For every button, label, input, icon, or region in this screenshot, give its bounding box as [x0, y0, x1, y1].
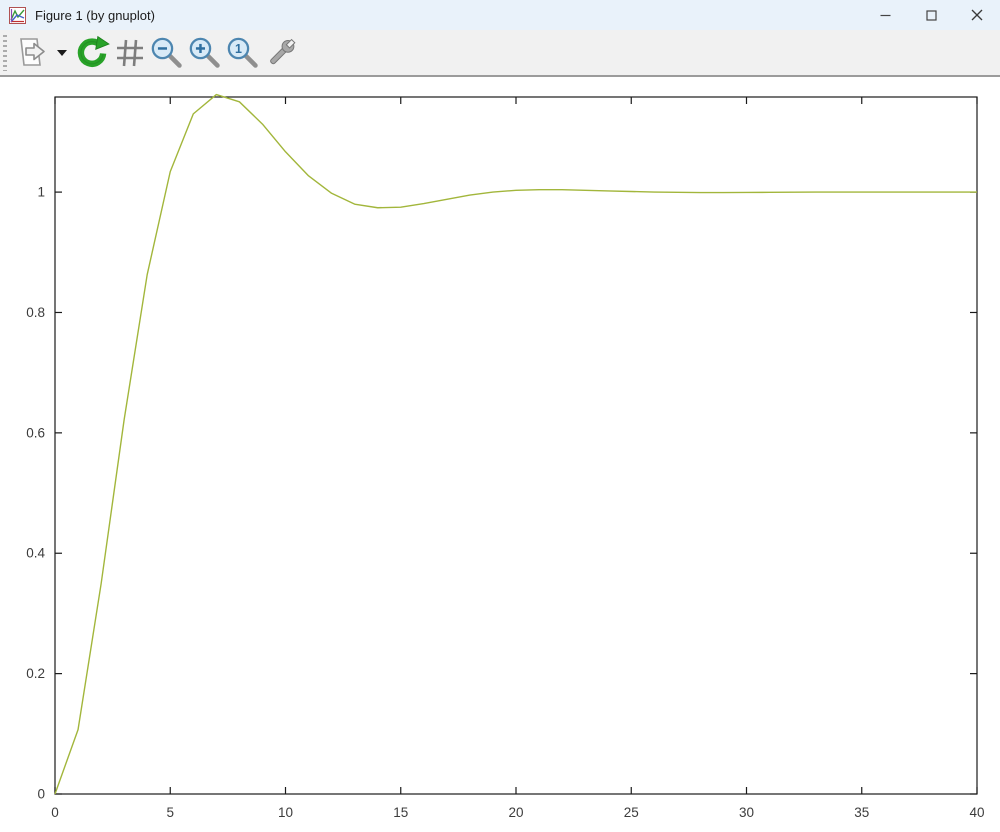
maximize-icon — [926, 10, 937, 21]
maximize-button[interactable] — [908, 0, 954, 30]
magnifier-plus-icon — [188, 36, 222, 70]
refresh-arrow-icon — [74, 35, 110, 71]
zoom-out-button[interactable] — [150, 32, 184, 74]
y-tick-label: 0.6 — [26, 425, 45, 440]
y-tick-label: 0.2 — [26, 666, 45, 681]
x-tick-label: 20 — [508, 805, 523, 820]
y-tick-label: 0.4 — [26, 546, 45, 561]
plot-canvas: 0 5 10 15 20 25 30 35 40 0 0.2 0.4 0.6 0.8 1 — [0, 79, 1000, 827]
x-tick-label: 15 — [393, 805, 408, 820]
minimize-icon — [880, 10, 891, 21]
plot-border — [55, 97, 977, 794]
series-line-step-response — [55, 95, 977, 794]
x-tick-label: 30 — [739, 805, 754, 820]
magnifier-1-icon: 1 — [226, 36, 260, 70]
zoom-reset-button[interactable]: 1 — [226, 32, 260, 74]
y-tick-label: 0.8 — [26, 305, 45, 320]
minimize-button[interactable] — [862, 0, 908, 30]
x-tick-label: 35 — [854, 805, 869, 820]
export-plot-button[interactable] — [14, 32, 50, 74]
replot-button[interactable] — [74, 32, 110, 74]
toolbar: 1 — [0, 30, 1000, 77]
wrench-icon — [264, 36, 298, 70]
settings-button[interactable] — [264, 32, 298, 74]
window-controls — [862, 0, 1000, 30]
toolbar-grip-handle[interactable] — [3, 35, 7, 71]
close-icon — [971, 9, 983, 21]
x-tick-label: 0 — [51, 805, 59, 820]
x-tick-label: 25 — [624, 805, 639, 820]
zoom-reset-glyph: 1 — [235, 42, 242, 56]
y-tick-label: 0 — [37, 787, 45, 802]
title-bar[interactable]: Figure 1 (by gnuplot) — [0, 0, 1000, 30]
plot-area[interactable]: 0 5 10 15 20 25 30 35 40 0 0.2 0.4 0.6 0.8 1 — [0, 79, 1000, 827]
caret-down-icon — [57, 50, 67, 56]
magnifier-minus-icon — [150, 36, 184, 70]
y-tick-label: 1 — [37, 185, 45, 200]
zoom-in-button[interactable] — [188, 32, 222, 74]
grid-icon — [114, 37, 146, 69]
export-document-arrow-icon — [14, 36, 50, 70]
close-button[interactable] — [954, 0, 1000, 30]
x-tick-label: 40 — [969, 805, 984, 820]
x-tick-label: 5 — [166, 805, 174, 820]
toggle-grid-button[interactable] — [114, 32, 146, 74]
window-title: Figure 1 (by gnuplot) — [35, 8, 155, 23]
x-tick-label: 10 — [278, 805, 293, 820]
gnuplot-window-icon[interactable] — [9, 7, 26, 24]
export-options-button[interactable] — [54, 32, 70, 74]
